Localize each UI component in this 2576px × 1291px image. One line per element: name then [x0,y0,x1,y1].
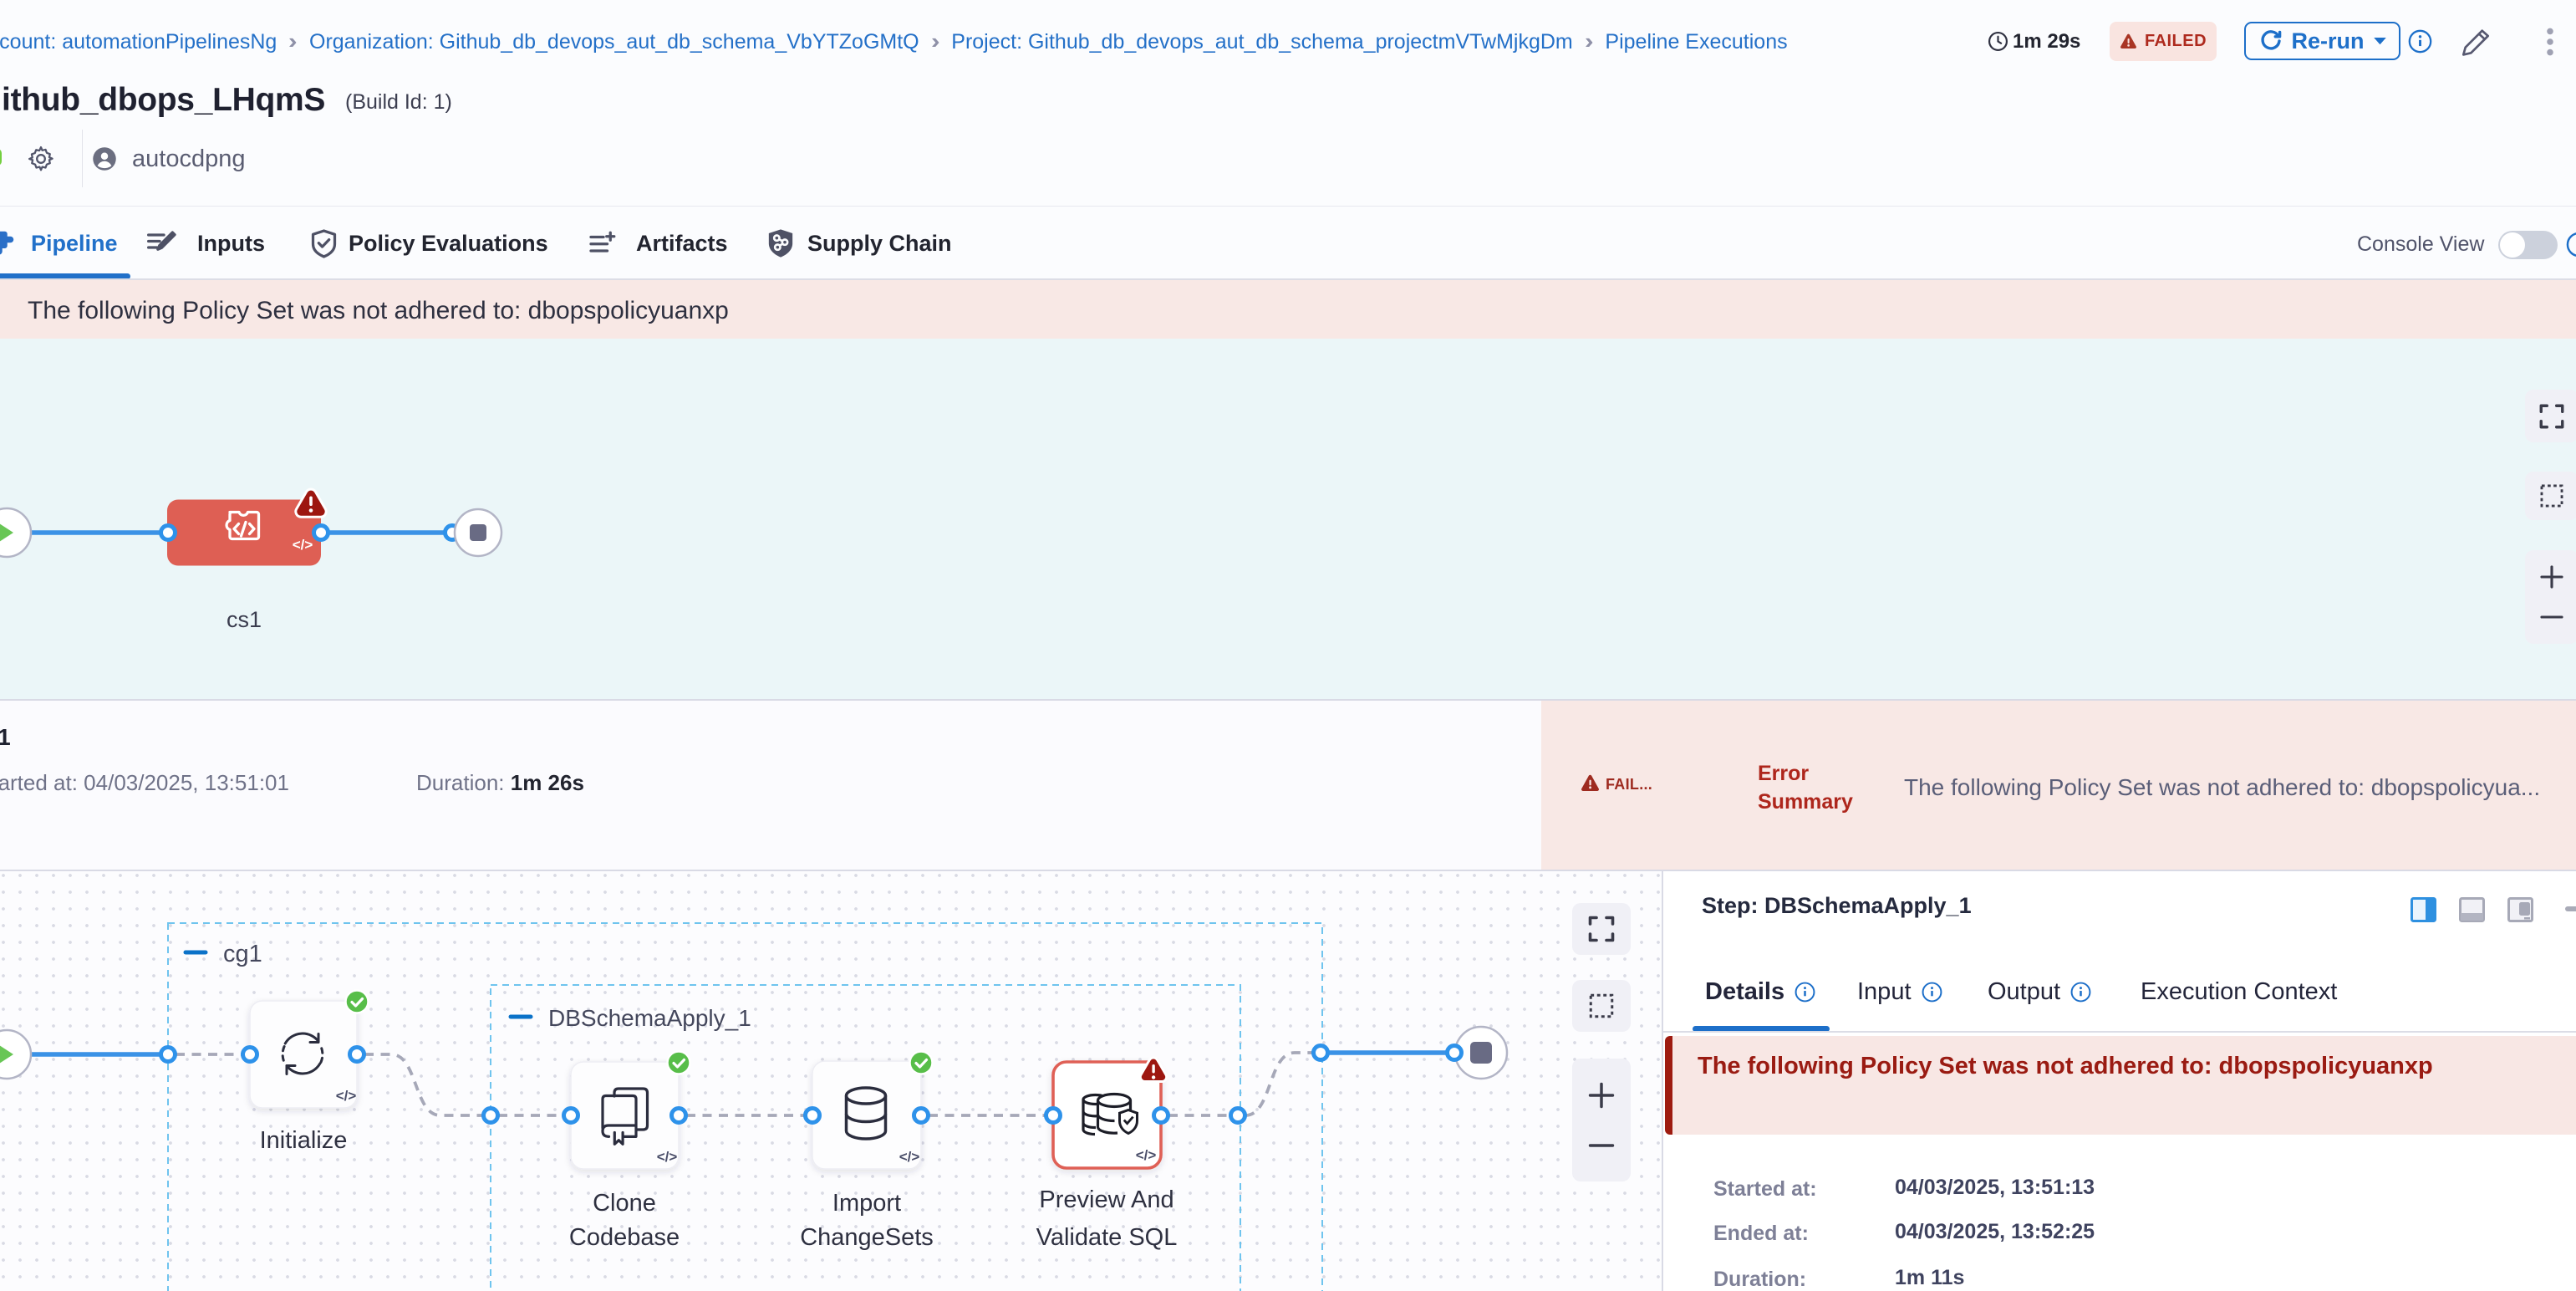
svg-text:Import: Import [832,1190,901,1217]
svg-text:</>: </> [899,1149,920,1165]
svg-text:Preview And: Preview And [1039,1186,1173,1213]
svg-text:Codebase: Codebase [569,1224,680,1251]
svg-text:DBSchemaApply_1: DBSchemaApply_1 [548,1005,751,1031]
svg-text:Clone: Clone [593,1190,656,1217]
svg-text:cg1: cg1 [223,941,262,967]
svg-text:</>: </> [1136,1147,1157,1163]
svg-text:ChangeSets: ChangeSets [800,1224,934,1251]
svg-text:Initialize: Initialize [260,1127,348,1154]
svg-text:</>: </> [293,537,313,553]
svg-text:</>: </> [336,1088,357,1104]
svg-text:Validate SQL: Validate SQL [1036,1224,1178,1251]
svg-text:</>: </> [657,1149,678,1165]
svg-text:cs1: cs1 [227,607,262,632]
